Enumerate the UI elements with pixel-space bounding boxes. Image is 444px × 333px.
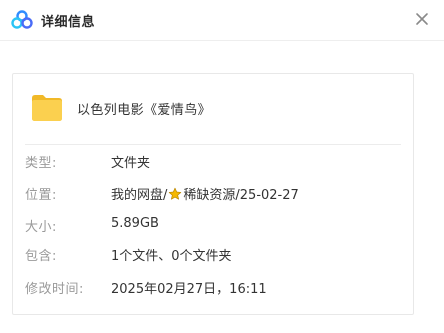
star-icon <box>169 187 182 200</box>
divider <box>25 144 401 145</box>
location-value[interactable]: 我的网盘/稀缺资源/25-02-27 <box>111 184 299 203</box>
contains-value: 1个文件、0个文件夹 <box>111 249 232 264</box>
location-prefix: 我的网盘/ <box>111 188 168 203</box>
detail-row-location: 位置: 我的网盘/稀缺资源/25-02-27 <box>25 184 403 204</box>
dialog-title: 详细信息 <box>41 15 96 30</box>
close-icon[interactable] <box>414 11 430 27</box>
contains-label: 包含: <box>25 249 57 264</box>
details-card: 以色列电影《爱情鸟》 类型: 文件夹 位置: 我的网盘/稀缺资源/25-02-2… <box>12 73 414 315</box>
detail-row-type: 类型: 文件夹 <box>25 152 403 172</box>
baidu-netdisk-cloud-icon <box>11 10 33 29</box>
folder-icon <box>32 95 62 121</box>
file-name: 以色列电影《爱情鸟》 <box>77 103 212 118</box>
type-value: 文件夹 <box>111 156 151 171</box>
size-label: 大小: <box>25 220 57 235</box>
modified-label: 修改时间: <box>25 282 84 297</box>
location-suffix: 稀缺资源/25-02-27 <box>183 188 299 203</box>
detail-row-size: 大小: 5.89GB <box>25 216 403 236</box>
modified-value: 2025年02月27日，16:11 <box>111 282 267 297</box>
location-label: 位置: <box>25 188 57 203</box>
detail-row-contains: 包含: 1个文件、0个文件夹 <box>25 245 403 265</box>
dialog-titlebar: 详细信息 <box>0 0 444 41</box>
type-label: 类型: <box>25 156 57 171</box>
detail-row-modified: 修改时间: 2025年02月27日，16:11 <box>25 278 403 298</box>
size-value: 5.89GB <box>111 216 159 231</box>
